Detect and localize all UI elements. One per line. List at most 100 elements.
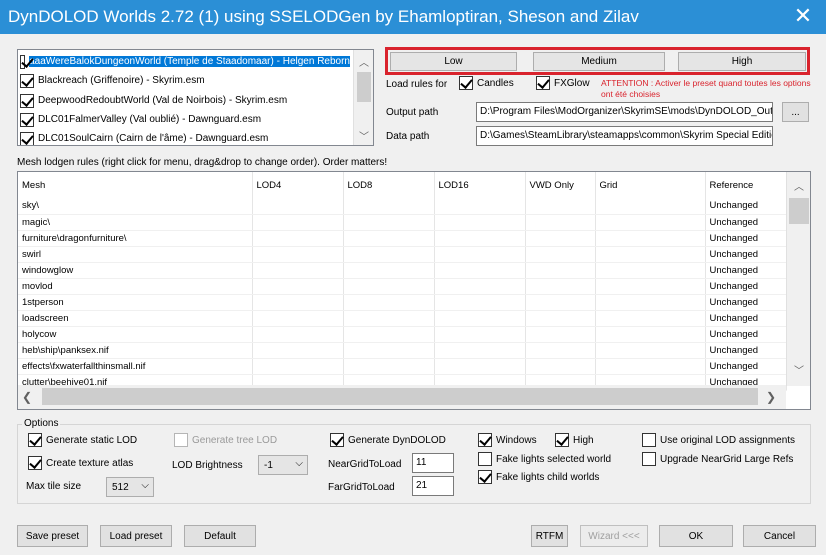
cancel-button[interactable]: Cancel [743,525,816,547]
reference-cell[interactable]: Unchanged [705,214,787,231]
mesh-cell[interactable]: furniture\dragonfurniture\ [18,230,253,247]
table-row[interactable]: 1stperson Unchanged [18,294,787,311]
rule-cell[interactable] [434,214,526,231]
preset-low-button[interactable]: Low [390,52,517,71]
world-checkbox[interactable] [20,54,26,69]
scroll-thumb[interactable] [357,72,371,102]
mesh-vscrollbar[interactable]: ︿ ﹀ [786,172,810,386]
save-preset-button[interactable]: Save preset [17,525,88,547]
ok-button[interactable]: OK [659,525,733,547]
fxglow-checkbox[interactable] [536,76,550,90]
mesh-cell[interactable]: loadscreen [18,310,253,327]
world-item[interactable]: DLC01FalmerValley (Val oublié) - Dawngua… [20,109,350,130]
preset-medium-button[interactable]: Medium [533,52,665,71]
mesh-cell[interactable]: effects\fxwaterfallthinsmall.nif [18,358,253,375]
table-row[interactable]: loadscreen Unchanged [18,310,787,327]
fake-lights-selected-option[interactable]: Fake lights selected world [478,452,611,466]
rule-cell[interactable] [595,326,706,343]
rule-cell[interactable] [525,198,596,215]
rule-cell[interactable] [252,310,344,327]
rule-cell[interactable] [434,198,526,215]
create-texture-atlas-option[interactable]: Create texture atlas [28,456,133,470]
rule-cell[interactable] [525,246,596,263]
reference-cell[interactable]: Unchanged [705,294,787,311]
rule-cell[interactable] [252,294,344,311]
data-path-field[interactable]: D:\Games\SteamLibrary\steamapps\common\S… [476,126,773,146]
reference-cell[interactable]: Unchanged [705,358,787,375]
generate-static-lod-option[interactable]: Generate static LOD [28,433,137,447]
windows-checkbox[interactable] [478,433,492,447]
high-option[interactable]: High [555,433,594,447]
world-checkbox[interactable] [20,131,34,145]
wizard-button[interactable]: Wizard <<< [580,525,648,547]
rule-cell[interactable] [525,278,596,295]
rule-cell[interactable] [525,326,596,343]
rule-cell[interactable] [252,358,344,375]
rule-cell[interactable] [595,294,706,311]
table-row[interactable]: heb\ship\panksex.nif Unchanged [18,342,787,359]
reference-cell[interactable]: Unchanged [705,198,787,215]
mesh-cell[interactable]: movlod [18,278,253,295]
world-item[interactable]: aaaWereBalokDungeonWorld (Temple de Staa… [20,51,350,72]
rule-cell[interactable] [525,230,596,247]
scroll-thumb[interactable] [789,198,809,224]
world-item[interactable]: DLC01SoulCairn (Cairn de l'âme) - Dawngu… [20,128,350,145]
mesh-cell[interactable]: 1stperson [18,294,253,311]
rule-cell[interactable] [525,342,596,359]
reference-cell[interactable]: Unchanged [705,278,787,295]
rule-cell[interactable] [595,198,706,215]
worlds-list[interactable]: aaaWereBalokDungeonWorld (Temple de Staa… [17,49,374,146]
rule-cell[interactable] [434,294,526,311]
rule-cell[interactable] [595,310,706,327]
upgrade-neargrid-option[interactable]: Upgrade NearGrid Large Refs [642,452,793,466]
fake-lights-child-option[interactable]: Fake lights child worlds [478,470,599,484]
rule-cell[interactable] [434,310,526,327]
rule-cell[interactable] [252,246,344,263]
column-header[interactable]: Reference [705,172,787,198]
scroll-up-icon[interactable]: ︿ [354,54,373,69]
column-header[interactable]: VWD Only [525,172,596,198]
rule-cell[interactable] [434,278,526,295]
default-button[interactable]: Default [184,525,256,547]
scroll-down-icon[interactable]: ﹀ [354,128,373,143]
rule-cell[interactable] [343,278,435,295]
table-row[interactable]: windowglow Unchanged [18,262,787,279]
rule-cell[interactable] [252,326,344,343]
rule-cell[interactable] [343,294,435,311]
output-path-field[interactable]: D:\Program Files\ModOrganizer\SkyrimSE\m… [476,102,773,122]
far-grid-field[interactable]: 21 [412,476,454,496]
scroll-up-icon[interactable]: ︿ [787,178,810,193]
fake-lights-child-checkbox[interactable] [478,470,492,484]
table-row[interactable]: magic\ Unchanged [18,214,787,231]
reference-cell[interactable]: Unchanged [705,342,787,359]
rule-cell[interactable] [252,230,344,247]
world-checkbox[interactable] [20,112,34,127]
world-checkbox[interactable] [20,93,34,108]
near-grid-field[interactable]: 11 [412,453,454,473]
world-checkbox[interactable] [20,73,34,88]
use-original-lod-checkbox[interactable] [642,433,656,447]
generate-tree-lod-option[interactable]: Generate tree LOD [174,433,277,447]
generate-dyndolod-option[interactable]: Generate DynDOLOD [330,433,446,447]
mesh-cell[interactable]: heb\ship\panksex.nif [18,342,253,359]
rule-cell[interactable] [595,342,706,359]
mesh-cell[interactable]: swirl [18,246,253,263]
rule-cell[interactable] [525,294,596,311]
rule-cell[interactable] [434,326,526,343]
generate-static-lod-checkbox[interactable] [28,433,42,447]
candles-checkbox[interactable] [459,76,473,90]
rule-cell[interactable] [595,358,706,375]
rule-cell[interactable] [525,310,596,327]
rule-cell[interactable] [343,358,435,375]
rule-cell[interactable] [252,278,344,295]
table-row[interactable]: movlod Unchanged [18,278,787,295]
fake-lights-selected-checkbox[interactable] [478,452,492,466]
rule-cell[interactable] [343,214,435,231]
column-header[interactable]: LOD8 [343,172,435,198]
rule-cell[interactable] [525,214,596,231]
close-icon[interactable]: ✕ [790,3,816,29]
rtfm-button[interactable]: RTFM [531,525,568,547]
scroll-right-icon[interactable]: ❯ [766,390,776,404]
reference-cell[interactable]: Unchanged [705,310,787,327]
rule-cell[interactable] [343,230,435,247]
